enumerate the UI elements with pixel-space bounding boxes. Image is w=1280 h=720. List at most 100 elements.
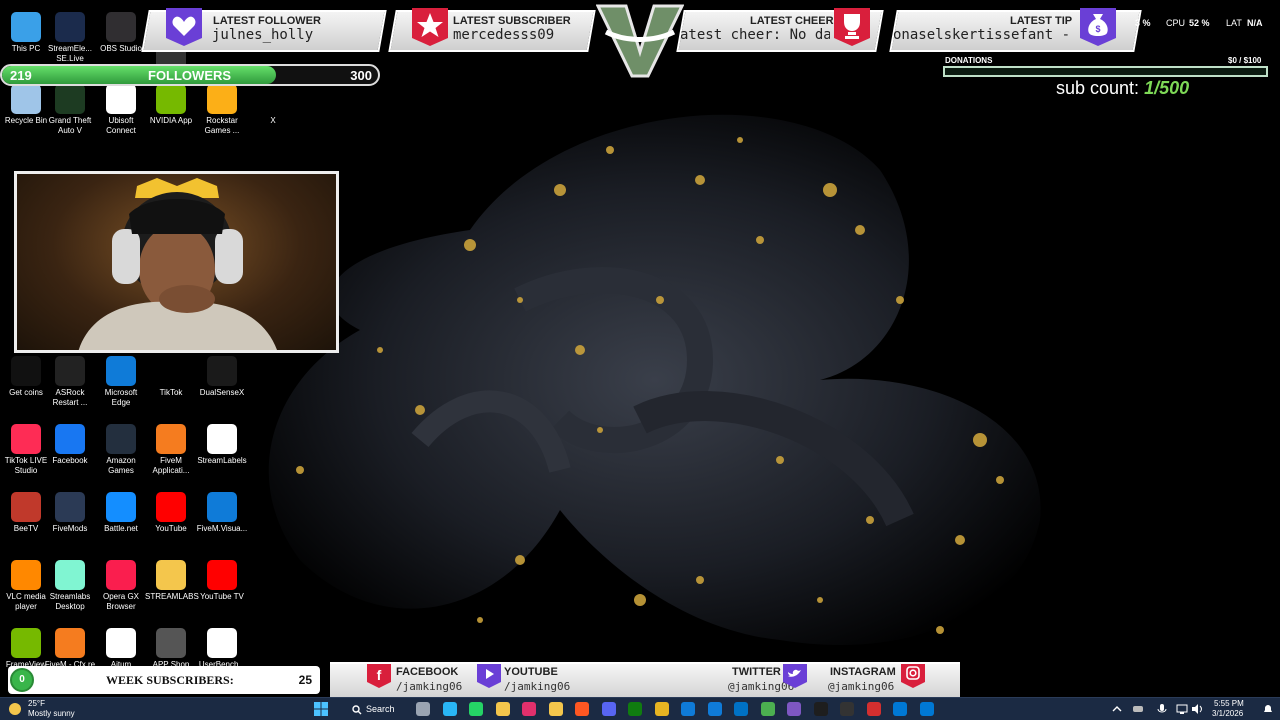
gta-v-logo [596,4,684,78]
desktop-shortcut[interactable]: STREAMLABS [145,556,199,620]
desktop-shortcut-label: StreamEle... SE.Live [47,44,92,63]
svg-text:f: f [377,667,382,683]
fivem-icon [156,424,186,454]
facebook-icon[interactable] [707,702,722,716]
desktop-shortcut[interactable]: Facebook [44,420,96,484]
streamlabs-icon[interactable] [866,702,881,716]
desktop-shortcut[interactable]: Rockstar Games ... [196,80,248,144]
taskbar-search-button[interactable]: Search [344,701,404,718]
fivem-icon [55,628,85,658]
network-icon[interactable] [1176,703,1188,715]
recycle-bin-icon [11,84,41,114]
notification-bell-icon[interactable] [1262,703,1274,715]
app-icon[interactable] [840,702,854,716]
latest-follower-title: LATEST FOLLOWER [213,15,321,27]
desktop-shortcut-label: FiveM Applicati... [152,456,190,475]
xbox-icon[interactable] [628,702,642,716]
desktop-shortcut[interactable]: Microsoft Edge [95,352,147,416]
desktop-shortcut[interactable]: FiveM.Visua... [196,488,248,552]
snapchat-icon[interactable] [495,702,510,716]
file-explorer-icon[interactable] [548,702,563,716]
weather-condition[interactable]: Mostly sunny [28,709,75,718]
twitter-title: TWITTER [732,666,781,678]
desktop-shortcut[interactable]: TikTok [145,352,197,416]
clock-date[interactable]: 3/1/2026 [1212,709,1243,718]
streamer-figure [78,178,277,350]
streamlabels-icon [207,424,237,454]
tiktok-live-icon [11,424,41,454]
instagram-icon[interactable] [522,702,536,716]
desktop-shortcut[interactable]: Amazon Games [95,420,147,484]
obs-icon[interactable] [813,702,828,716]
desktop-shortcut-label: YouTube [155,524,187,533]
chevron-up-icon[interactable] [1112,704,1122,714]
desktop-shortcut[interactable]: Battle.net [95,488,147,552]
desktop-shortcut[interactable]: StreamEle... SE.Live [44,8,96,72]
desktop-shortcut[interactable]: NVIDIA App [145,80,197,144]
desktop-shortcut-label: Facebook [52,456,88,465]
copilot-icon[interactable] [787,702,801,716]
desktop-shortcut-label: DualSenseX [199,388,245,397]
desktop-shortcut[interactable]: DualSenseX [196,352,248,416]
folder-icon[interactable] [654,702,669,716]
tiktok-icon [156,356,186,386]
week-subscribers-label: WEEK SUBSCRIBERS: [106,673,234,687]
desktop-shortcut-label: Amazon Games [106,456,136,475]
desktop-shortcut[interactable]: X [247,80,299,144]
beetv-icon [11,492,41,522]
outlook-icon[interactable] [734,702,748,716]
desktop-shortcut[interactable]: FiveMods [44,488,96,552]
volume-icon[interactable] [1191,703,1203,715]
chrome-icon[interactable] [760,702,775,716]
desktop-shortcut[interactable]: Ubisoft Connect [95,80,147,144]
discord-icon[interactable] [601,702,616,716]
tray-app-icon[interactable] [1132,703,1144,715]
sub-count-label: sub count: [1056,78,1145,98]
task-view-icon[interactable] [416,702,430,716]
app-shop-icon [156,628,186,658]
desktop-shortcut[interactable]: FiveM Applicati... [145,420,197,484]
edge-icon[interactable] [681,702,695,716]
followers-label: FOLLOWERS [148,68,232,83]
aitum-icon [106,628,136,658]
desktop-shortcut[interactable]: YouTube TV [196,556,248,620]
tiktok-coins-icon [11,356,41,386]
desktop-shortcut-label: YouTube TV [200,592,244,601]
instagram-icon [901,664,925,688]
latest-cheer-title: LATEST CHEER [750,15,834,27]
desktop-shortcut-label: Opera GX Browser [102,592,139,611]
windows-start-icon[interactable] [314,702,328,716]
asrock-icon [55,356,85,386]
app-icon[interactable] [442,702,457,716]
weather-temperature[interactable]: 25°F [28,699,45,708]
desktop-shortcut-label: FiveMods [52,524,88,533]
youtube-handle: /jamking06 [504,680,571,693]
desktop-shortcut-label: Ubisoft Connect [106,116,136,135]
latest-cheer-value: atest cheer: No data [680,27,830,43]
battlenet-icon [106,492,136,522]
desktop-shortcut[interactable]: ASRock Restart ... [44,352,96,416]
desktop-shortcut[interactable]: OBS Studio [95,8,147,72]
clock-time[interactable]: 5:55 PM [1214,699,1244,708]
desktop-shortcut-label: TikTok [159,388,183,397]
microphone-icon[interactable] [1156,703,1168,715]
desktop-shortcut[interactable]: StreamLabels [196,420,248,484]
donations-amount: $0 / $100 [1228,56,1262,65]
settings-icon[interactable] [919,702,934,716]
ubisoft-icon [106,84,136,114]
opera-gx-icon [106,560,136,590]
brave-icon[interactable] [575,702,589,716]
frameview-icon [11,628,41,658]
desktop-shortcut[interactable]: YouTube [145,488,197,552]
userbench-icon [207,628,237,658]
whatsapp-icon[interactable] [469,702,483,716]
search-icon [352,705,362,715]
youtube-icon [156,492,186,522]
store-icon[interactable] [893,702,907,716]
desktop-shortcut-label: Rockstar Games ... [204,116,240,135]
instagram-handle: @jamking06 [828,680,895,693]
desktop-shortcut[interactable]: Grand Theft Auto V [44,80,96,144]
desktop-shortcut[interactable]: Opera GX Browser [95,556,147,620]
latest-tip-title: LATEST TIP [1010,15,1073,27]
desktop-shortcut[interactable]: Streamlabs Desktop [44,556,96,620]
